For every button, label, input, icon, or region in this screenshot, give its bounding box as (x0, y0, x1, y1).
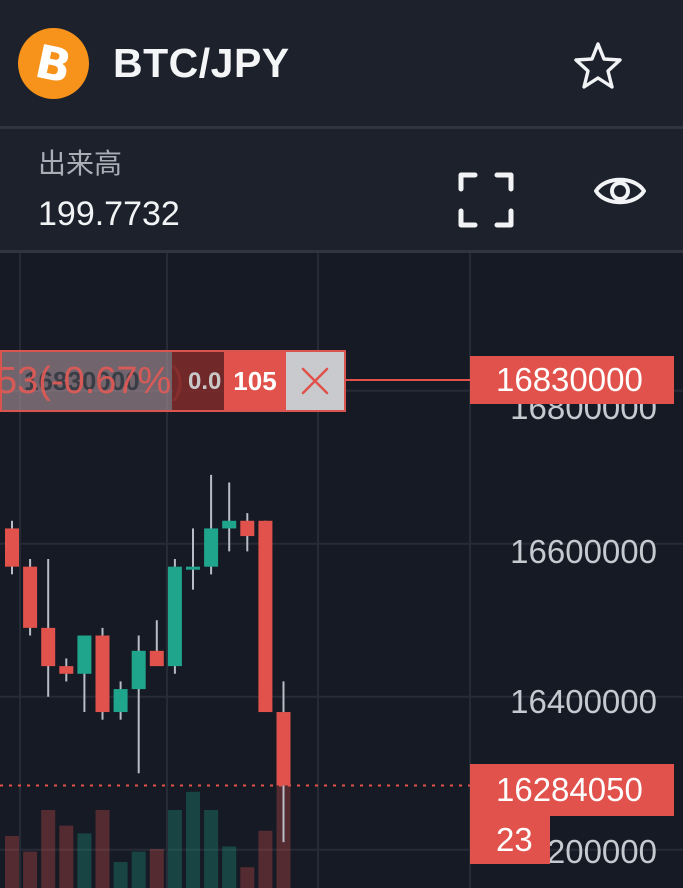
candle-body (23, 566, 38, 628)
candle-body (95, 635, 110, 713)
volume-bar (41, 810, 56, 888)
pair-title[interactable]: BTC/JPY (113, 40, 290, 86)
volume-bar (240, 867, 255, 888)
y-tick-label: 16600000 (510, 533, 657, 570)
volume-bar (149, 849, 164, 888)
fullscreen-icon[interactable] (458, 172, 514, 228)
candle-body (240, 520, 255, 537)
star-outline-icon[interactable] (572, 40, 624, 90)
candle-body (59, 666, 74, 674)
volume-bar (113, 862, 128, 888)
order-quantity[interactable]: 105 (224, 352, 286, 410)
close-icon (301, 367, 329, 395)
candle-body (167, 566, 182, 667)
candle-body (276, 712, 291, 786)
volume-bar (258, 830, 273, 888)
candle-body (131, 650, 146, 690)
volume-label: 出来高 (38, 148, 123, 179)
bitcoin-icon: B (18, 28, 89, 99)
candle-body (41, 627, 56, 667)
coin-symbol: B (30, 33, 77, 94)
order-qty-overlay: 0.0 (188, 368, 222, 395)
candle-body (77, 635, 92, 674)
order-line[interactable]: 16830000 53(-0.67%) 0.0 105 (0, 350, 346, 412)
candle-body (149, 650, 164, 667)
volume-bar (5, 836, 19, 888)
candle-body (258, 520, 273, 713)
volume-bar (23, 851, 38, 888)
order-change-percent: 53(-0.67%) (0, 360, 184, 402)
volume-bar (59, 825, 74, 888)
last-price-tag: 16284050 (470, 764, 674, 816)
volume-bar (204, 810, 219, 888)
volume-bar (186, 791, 200, 888)
volume-bar (167, 810, 182, 888)
top-bar: B BTC/JPY (0, 0, 683, 126)
candle-body (222, 520, 237, 529)
candle-body (186, 566, 200, 570)
y-tick-label: 16400000 (510, 683, 657, 720)
volume-bar (77, 833, 92, 888)
volume-bar (222, 846, 237, 888)
candle-body (204, 528, 219, 567)
candle-countdown-tag: 23 (470, 816, 550, 864)
candle-body (113, 689, 128, 713)
candle-body (5, 528, 19, 567)
volume-bar (131, 851, 146, 888)
order-cancel-button[interactable] (286, 352, 344, 410)
order-price-tag: 16830000 (470, 356, 674, 404)
volume-value: 199.7732 (38, 195, 180, 233)
volume-bar (95, 810, 110, 888)
eye-icon[interactable] (593, 170, 647, 212)
